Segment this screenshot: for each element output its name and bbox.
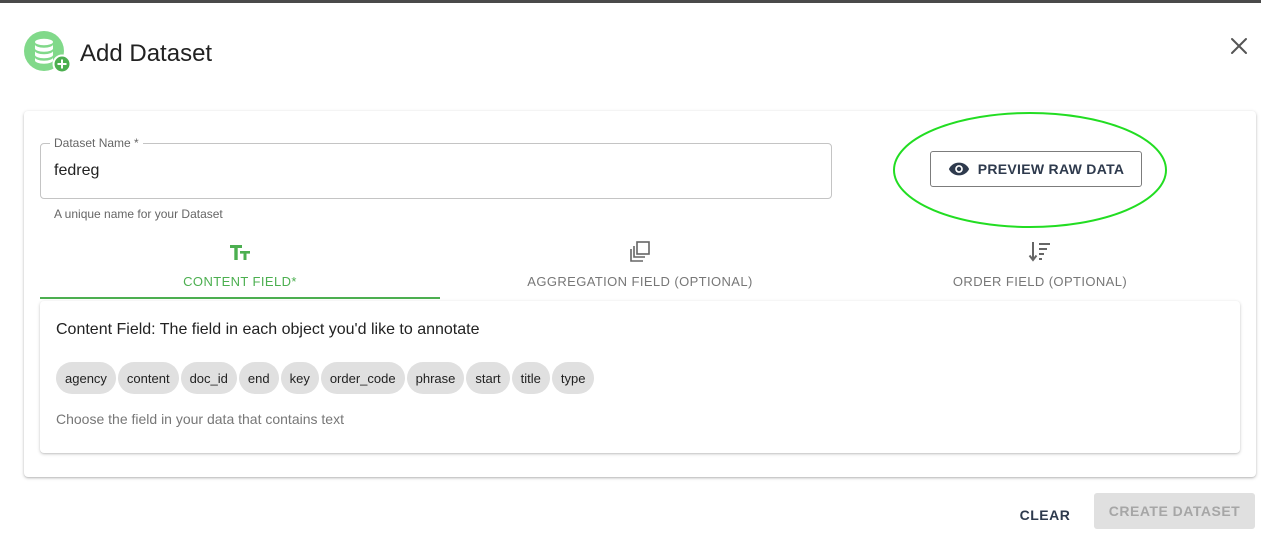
eye-icon (948, 162, 969, 176)
dataset-form-card: Dataset Name * A unique name for your Da… (24, 111, 1256, 477)
field-chip[interactable]: start (466, 362, 510, 394)
field-chip[interactable]: type (551, 362, 595, 394)
tab-content-field-label: CONTENT FIELD* (183, 274, 297, 289)
field-chip[interactable]: doc_id (180, 362, 237, 394)
field-chip[interactable]: phrase (406, 362, 465, 394)
dialog-title: Add Dataset (80, 40, 213, 67)
preview-raw-data-button[interactable]: PREVIEW RAW DATA (930, 151, 1142, 187)
field-chip[interactable]: title (511, 362, 550, 394)
field-chips: agency content doc_id end key order_code… (56, 362, 595, 394)
dataset-name-field: Dataset Name * (40, 136, 832, 199)
dataset-name-input[interactable] (54, 160, 814, 182)
tab-order-field-label: ORDER FIELD (OPTIONAL) (952, 274, 1128, 289)
active-tab-indicator (40, 297, 440, 299)
tab-order-field[interactable]: ORDER FIELD (OPTIONAL) (840, 231, 1240, 299)
add-dataset-dialog: Add Dataset Dataset Name * A unique name… (0, 3, 1261, 551)
field-chip[interactable]: key (280, 362, 319, 394)
tab-content-field[interactable]: CONTENT FIELD* (40, 231, 440, 299)
field-chip[interactable]: agency (56, 362, 116, 394)
content-field-panel: Content Field: The field in each object … (40, 301, 1240, 453)
text-format-icon (230, 245, 250, 260)
field-chip[interactable]: end (238, 362, 279, 394)
clear-button[interactable]: CLEAR (1006, 497, 1084, 533)
preview-raw-data-label: PREVIEW RAW DATA (977, 161, 1125, 177)
library-copy-icon (630, 241, 650, 262)
content-field-title: Content Field: The field in each object … (56, 321, 480, 338)
sort-icon (1028, 242, 1050, 262)
dataset-name-helper: A unique name for your Dataset (54, 207, 223, 221)
database-add-icon (24, 31, 70, 73)
dataset-name-label: Dataset Name * (50, 136, 143, 150)
close-icon[interactable] (1226, 33, 1252, 59)
create-dataset-button[interactable]: CREATE DATASET (1094, 493, 1255, 529)
field-chip[interactable]: order_code (320, 362, 405, 394)
field-chip[interactable]: content (117, 362, 179, 394)
tab-aggregation-field-label: AGGREGATION FIELD (OPTIONAL) (527, 274, 753, 289)
tab-aggregation-field[interactable]: AGGREGATION FIELD (OPTIONAL) (440, 231, 840, 299)
content-field-help: Choose the field in your data that conta… (56, 411, 344, 427)
